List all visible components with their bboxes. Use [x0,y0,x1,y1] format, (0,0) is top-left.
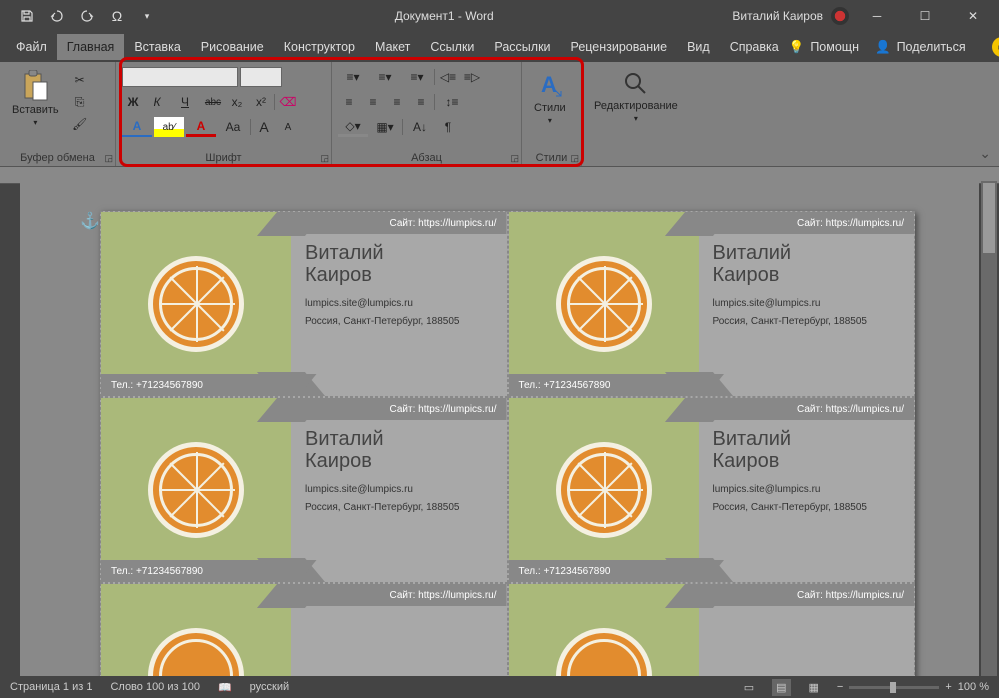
anchor-icon: ⚓ [80,211,100,231]
clear-format-icon[interactable]: ⌫ [277,92,299,112]
styles-group-label: Стили [528,152,575,166]
svg-text:A: A [541,72,557,97]
maximize-icon[interactable]: ☐ [905,1,945,31]
save-icon[interactable] [18,7,36,25]
tab-draw[interactable]: Рисование [191,34,274,60]
print-layout-icon[interactable]: ▤ [772,679,790,696]
tab-review[interactable]: Рецензирование [561,34,678,60]
tell-me[interactable]: Помощн [810,34,869,60]
spellcheck-icon[interactable]: 📖 [218,681,232,694]
business-card[interactable]: Сайт: https://lumpics.ru/ ВиталийКаировl… [508,211,916,397]
font-name-input[interactable] [122,67,238,87]
orange-icon [148,256,244,352]
tab-view[interactable]: Вид [677,34,720,60]
paste-button[interactable]: Вставить ▾ [6,66,65,131]
read-mode-icon[interactable]: ▭ [744,681,754,694]
numbering-button[interactable]: ≡▾ [370,67,400,87]
change-case-button[interactable]: Aa [218,117,248,137]
omega-icon[interactable]: Ω [108,7,126,25]
increase-indent-button[interactable]: ≡▷ [461,67,483,87]
font-size-input[interactable] [240,67,282,87]
status-words[interactable]: Слово 100 из 100 [110,681,200,693]
card-site: Сайт: https://lumpics.ru/ [291,212,507,234]
status-lang[interactable]: русский [250,681,289,693]
format-painter-icon[interactable]: 🖌 [69,114,91,134]
close-icon[interactable]: ✕ [953,1,993,31]
zoom-level[interactable]: 100 % [958,681,989,693]
multilevel-button[interactable]: ≡▾ [402,67,432,87]
tab-help[interactable]: Справка [720,34,789,60]
tab-design[interactable]: Конструктор [274,34,365,60]
bold-button[interactable]: Ж [122,92,144,112]
zoom-in-icon[interactable]: + [945,681,951,693]
shrink-font-button[interactable]: A [277,117,299,137]
italic-button[interactable]: К [146,92,168,112]
window-title: Документ1 - Word [156,9,732,23]
font-color-button[interactable]: A [186,117,216,137]
lightbulb-icon: 💡 [789,40,805,55]
share-icon: 👤 [875,40,891,55]
status-page[interactable]: Страница 1 из 1 [10,681,92,693]
paragraph-group-label: Абзац [338,152,515,166]
show-marks-button[interactable]: ¶ [437,117,459,137]
borders-button[interactable]: ▦▾ [370,117,400,137]
document-viewport[interactable]: ⚓ Сайт: https://lumpics.ru/ ВиталийКаиро… [20,181,979,676]
line-spacing-button[interactable]: ↕≡ [437,92,467,112]
bullets-button[interactable]: ≡▾ [338,67,368,87]
undo-icon[interactable] [48,7,66,25]
card-tel: Тел.: +71234567890 [101,374,317,396]
styles-launcher-icon[interactable]: ◲ [570,153,579,164]
cut-icon[interactable]: ✂ [69,70,91,90]
grow-font-button[interactable]: A [253,117,275,137]
subscript-button[interactable]: x₂ [226,92,248,112]
feedback-icon[interactable]: ☺ [992,37,999,57]
editing-button[interactable]: Редактирование ▾ [588,66,684,127]
share-button[interactable]: Поделиться [897,34,976,60]
shading-button[interactable]: ◇▾ [338,117,368,137]
tab-file[interactable]: Файл [6,34,57,60]
business-card[interactable]: Сайт: https://lumpics.ru/ [508,583,916,676]
tab-home[interactable]: Главная [57,34,125,60]
tab-insert[interactable]: Вставка [124,34,190,60]
align-center-button[interactable]: ≡ [362,92,384,112]
decrease-indent-button[interactable]: ◁≡ [437,67,459,87]
redo-icon[interactable] [78,7,96,25]
business-card[interactable]: Сайт: https://lumpics.ru/ ВиталийКаировl… [100,211,508,397]
font-group-label: Шрифт [122,152,325,166]
strike-button[interactable]: abc [202,92,224,112]
tab-layout[interactable]: Макет [365,34,420,60]
business-card[interactable]: Сайт: https://lumpics.ru/ ВиталийКаировl… [508,397,916,583]
tab-references[interactable]: Ссылки [420,34,484,60]
zoom-slider[interactable] [849,686,939,689]
styles-button[interactable]: A Стили ▾ [528,66,572,129]
superscript-button[interactable]: x² [250,92,272,112]
business-card[interactable]: Сайт: https://lumpics.ru/ [100,583,508,676]
paragraph-launcher-icon[interactable]: ◲ [510,153,519,164]
align-left-button[interactable]: ≡ [338,92,360,112]
text-effects-button[interactable]: A [122,117,152,137]
avatar[interactable] [831,7,849,25]
sort-button[interactable]: A↓ [405,117,435,137]
minimize-icon[interactable]: ─ [857,1,897,31]
clipboard-launcher-icon[interactable]: ◲ [104,153,113,164]
align-right-button[interactable]: ≡ [386,92,408,112]
tab-mailings[interactable]: Рассылки [484,34,560,60]
business-card[interactable]: Сайт: https://lumpics.ru/ ВиталийКаировl… [100,397,508,583]
page: ⚓ Сайт: https://lumpics.ru/ ВиталийКаиро… [100,211,915,676]
user-name: Виталий Каиров [732,9,823,23]
qat-more-icon[interactable]: ▾ [138,7,156,25]
web-layout-icon[interactable]: ▦ [809,681,819,694]
underline-button[interactable]: Ч [170,92,200,112]
zoom-out-icon[interactable]: − [837,681,843,693]
clipboard-group-label: Буфер обмена [6,152,109,166]
copy-icon[interactable]: ⎘ [69,92,91,112]
justify-button[interactable]: ≡ [410,92,432,112]
collapse-ribbon-icon[interactable]: ⌄ [979,145,991,162]
vertical-scrollbar[interactable] [981,181,997,676]
font-launcher-icon[interactable]: ◲ [320,153,329,164]
highlight-button[interactable]: ab⁄ [154,117,184,137]
